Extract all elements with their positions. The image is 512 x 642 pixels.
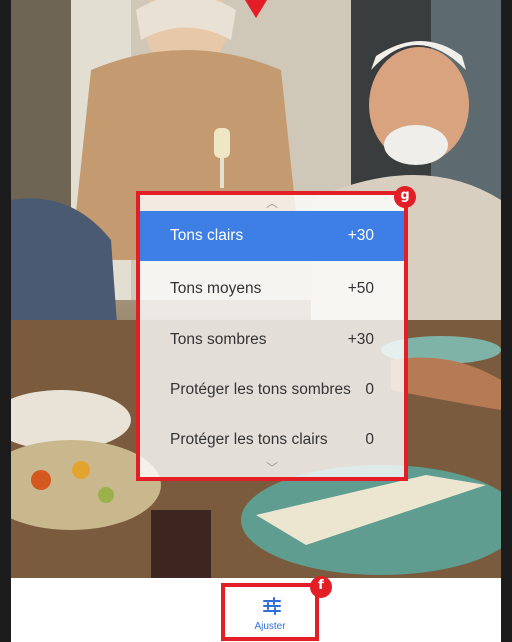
- tone-item-shadows[interactable]: Tons sombres +30: [140, 315, 404, 365]
- tone-item-value: 0: [365, 381, 374, 398]
- scroll-down-chevron-icon[interactable]: ﹀: [140, 461, 404, 475]
- sliders-icon: [263, 597, 281, 615]
- tone-item-midtones[interactable]: Tons moyens +50: [140, 264, 404, 314]
- tone-item-protect-shadows[interactable]: Protéger les tons sombres 0: [140, 365, 404, 415]
- tone-item-label: Protéger les tons clairs: [170, 431, 328, 448]
- adjust-label: Ajuster: [254, 621, 286, 632]
- tone-adjust-panel: ︿ Tons clairs +30 Tons moyens +50 Tons s…: [136, 191, 408, 481]
- tone-item-value: 0: [365, 431, 374, 448]
- tone-item-protect-highlights[interactable]: Protéger les tons clairs 0: [140, 415, 404, 465]
- tone-item-value: +30: [347, 227, 374, 244]
- callout-badge-g: g: [394, 186, 416, 208]
- tone-item-label: Tons sombres: [170, 331, 267, 348]
- tone-item-value: +50: [347, 280, 374, 297]
- tone-item-value: +30: [347, 331, 374, 348]
- tone-item-label: Protéger les tons sombres: [170, 381, 351, 398]
- callout-badge-f: f: [310, 576, 332, 598]
- scroll-up-chevron-icon[interactable]: ︿: [140, 196, 404, 210]
- tone-item-highlights[interactable]: Tons clairs +30: [140, 211, 404, 261]
- callout-arrow: [245, 0, 267, 18]
- tone-item-label: Tons moyens: [170, 280, 262, 297]
- tone-item-label: Tons clairs: [170, 227, 244, 244]
- adjust-tool-button[interactable]: Ajuster: [221, 583, 319, 641]
